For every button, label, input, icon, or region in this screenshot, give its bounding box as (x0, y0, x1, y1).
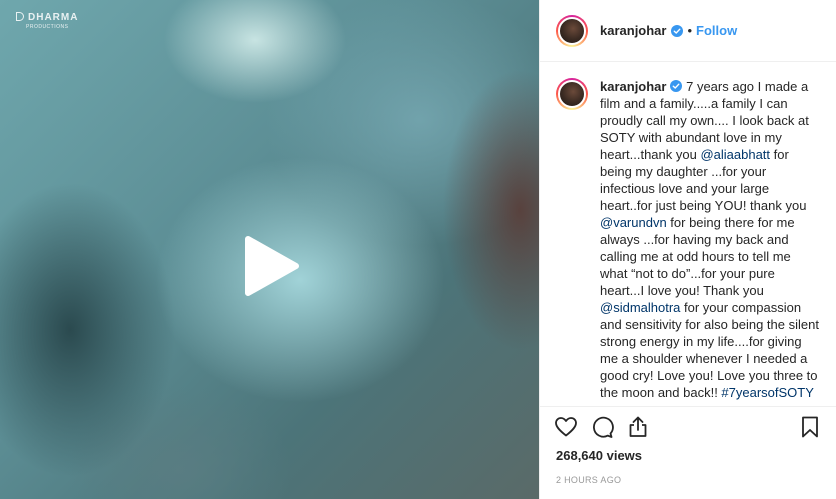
avatar[interactable] (556, 14, 588, 47)
action-bar (540, 407, 836, 447)
view-count[interactable]: 268,640 views (540, 447, 836, 465)
like-heart-icon[interactable] (554, 415, 578, 439)
verified-badge-icon (671, 24, 684, 37)
watermark-subtext: PRODUCTIONS (26, 24, 69, 30)
caption-avatar[interactable] (556, 78, 588, 110)
separator-dot: • (687, 23, 693, 38)
mention-aliaabhatt[interactable]: @aliaabhatt (700, 147, 770, 162)
caption-username[interactable]: karanjohar (600, 79, 666, 94)
dharma-watermark: DHARMA PRODUCTIONS (16, 12, 78, 30)
caption-avatar-image (558, 80, 586, 108)
header-username[interactable]: karanjohar (600, 23, 666, 38)
video-player[interactable]: DHARMA PRODUCTIONS (0, 0, 539, 499)
follow-button[interactable]: Follow (696, 23, 737, 38)
post-header: karanjohar • Follow (540, 0, 836, 62)
dharma-logo-icon (16, 12, 24, 21)
comment-bubble-icon[interactable] (590, 415, 614, 439)
caption-text: karanjohar 7 years ago I made a film and… (600, 78, 820, 406)
mention-sidmalhotra[interactable]: @sidmalhotra (600, 300, 680, 315)
bookmark-icon[interactable] (798, 415, 822, 439)
caption-area: karanjohar 7 years ago I made a film and… (540, 62, 836, 407)
avatar-image (558, 16, 586, 45)
play-icon[interactable] (240, 235, 302, 297)
hashtag-7yearsofsoty[interactable]: #7yearsofSOTY (721, 385, 814, 400)
post-timestamp[interactable]: 2 HOURS AGO (540, 475, 836, 485)
mention-varundvn[interactable]: @varundvn (600, 215, 667, 230)
watermark-text: DHARMA (28, 12, 79, 23)
caption-verified-badge-icon (670, 80, 683, 92)
instagram-post: DHARMA PRODUCTIONS karanjohar • Follow k… (0, 0, 836, 499)
share-icon[interactable] (626, 415, 650, 439)
post-sidebar: karanjohar • Follow karanjohar 7 years a… (539, 0, 836, 499)
